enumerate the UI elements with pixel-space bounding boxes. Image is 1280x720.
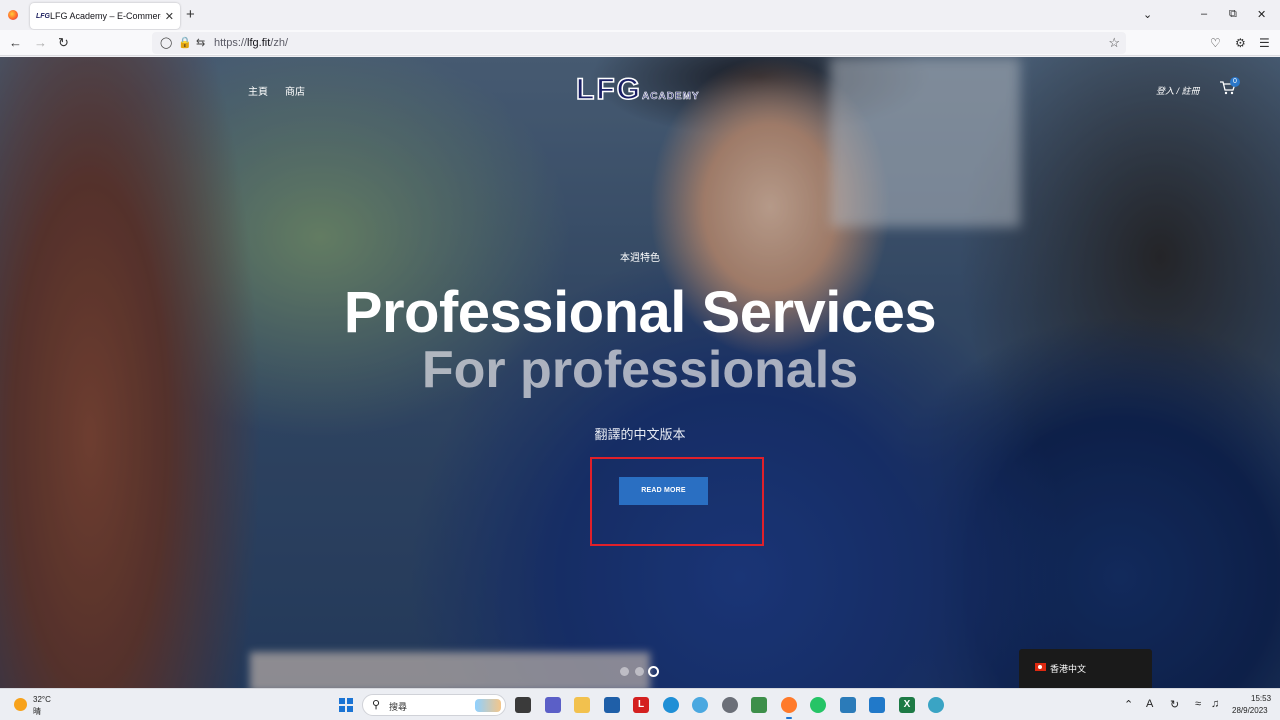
minimize-icon[interactable]: – bbox=[1201, 8, 1207, 20]
new-tab-button[interactable]: + bbox=[186, 6, 195, 23]
settings-gear-icon[interactable] bbox=[722, 697, 738, 713]
search-highlight-image bbox=[475, 699, 501, 712]
slider-dot-2[interactable] bbox=[635, 667, 644, 676]
clock-date[interactable]: 28/9/2023 bbox=[1232, 706, 1268, 715]
app-menu-icon[interactable]: ☰ bbox=[1259, 36, 1270, 50]
highlight-annotation-box bbox=[590, 457, 764, 546]
whatsapp-icon[interactable] bbox=[810, 697, 826, 713]
windows-taskbar: 32°C 晴 ⚲ 搜尋 L X ⌃ A ↻ ≈ ♫ 15:53 28/9/202… bbox=[0, 688, 1280, 720]
language-label: 香港中文 bbox=[1050, 664, 1087, 674]
site-favicon-icon: LFG bbox=[36, 12, 50, 20]
close-window-icon[interactable]: ✕ bbox=[1257, 8, 1266, 21]
weather-sun-icon[interactable] bbox=[14, 698, 27, 711]
shield-icon[interactable]: ◯ bbox=[160, 36, 172, 49]
file-explorer-icon[interactable] bbox=[574, 697, 590, 713]
cart-count-badge: 0 bbox=[1230, 77, 1240, 87]
nav-link-home[interactable]: 主頁 bbox=[248, 83, 268, 98]
permissions-icon[interactable]: ⇆ bbox=[196, 36, 205, 49]
site-logo[interactable]: LFG ACADEMY bbox=[575, 72, 716, 113]
pocket-icon[interactable]: ♡ bbox=[1210, 36, 1221, 50]
app-l-icon[interactable]: L bbox=[633, 697, 649, 713]
teams-chat-icon[interactable] bbox=[545, 697, 561, 713]
hero-eyebrow: 本週特色 bbox=[620, 253, 660, 264]
logo-sub-text: ACADEMY bbox=[642, 91, 700, 103]
app-circle-icon[interactable] bbox=[692, 697, 708, 713]
clock-time[interactable]: 15:53 bbox=[1251, 694, 1271, 703]
wifi-icon[interactable]: ≈ bbox=[1195, 698, 1201, 710]
reload-icon[interactable]: ↻ bbox=[58, 35, 69, 51]
slider-dot-3-active[interactable] bbox=[648, 666, 659, 677]
url-text[interactable]: https://lfg.fit/zh/ bbox=[214, 37, 288, 49]
hero-description: 翻譯的中文版本 bbox=[594, 427, 686, 442]
sync-icon[interactable]: ↻ bbox=[1170, 698, 1179, 711]
show-hidden-icons-icon[interactable]: ⌃ bbox=[1124, 698, 1133, 711]
firefox-active-indicator bbox=[786, 717, 792, 719]
task-view-icon[interactable] bbox=[515, 697, 531, 713]
login-register-link[interactable]: 登入 / 註冊 bbox=[1156, 84, 1200, 97]
excel-icon[interactable]: X bbox=[899, 697, 915, 713]
app-globe-icon[interactable] bbox=[928, 697, 944, 713]
search-icon: ⚲ bbox=[372, 699, 381, 711]
start-button[interactable] bbox=[339, 698, 353, 712]
vscode-icon[interactable] bbox=[869, 697, 885, 713]
nav-link-shop[interactable]: 商店 bbox=[285, 83, 305, 98]
firefox-menu-icon[interactable] bbox=[8, 10, 18, 20]
extensions-icon[interactable]: ⚙ bbox=[1235, 36, 1246, 50]
app-bracket-icon[interactable] bbox=[840, 697, 856, 713]
back-icon[interactable]: ← bbox=[9, 35, 22, 50]
web-page: 主頁 商店 LFG ACADEMY 登入 / 註冊 0 本週特色 Profess… bbox=[0, 57, 1280, 688]
app-green-icon[interactable] bbox=[751, 697, 767, 713]
store-icon[interactable] bbox=[604, 697, 620, 713]
slider-dot-1[interactable] bbox=[620, 667, 629, 676]
volume-icon[interactable]: ♫ bbox=[1211, 698, 1219, 710]
hero-headline: Professional Services bbox=[343, 280, 937, 345]
hero-subheadline: For professionals bbox=[421, 341, 859, 399]
taskbar-search[interactable]: ⚲ 搜尋 bbox=[362, 694, 506, 716]
browser-tab-active[interactable]: LFG LFG Academy – E-Commerce ✕ bbox=[30, 3, 180, 29]
hong-kong-flag-icon bbox=[1035, 663, 1046, 671]
address-bar[interactable]: ◯ 🔒 ⇆ https://lfg.fit/zh/ ☆ bbox=[152, 32, 1126, 54]
weather-condition[interactable]: 晴 bbox=[33, 706, 41, 717]
search-placeholder: 搜尋 bbox=[389, 702, 408, 712]
browser-toolbar: ← → ↻ ◯ 🔒 ⇆ https://lfg.fit/zh/ ☆ ♡ ⚙ ☰ bbox=[0, 30, 1280, 56]
language-switcher[interactable]: 香港中文 bbox=[1019, 649, 1152, 688]
restore-icon[interactable]: ⧉ bbox=[1229, 8, 1237, 21]
firefox-taskbar-icon[interactable] bbox=[781, 697, 797, 713]
list-all-tabs-icon[interactable]: ⌄ bbox=[1143, 8, 1152, 21]
tab-close-icon[interactable]: ✕ bbox=[165, 10, 174, 23]
input-method-icon[interactable]: A bbox=[1146, 698, 1153, 710]
logo-main-text: LFG bbox=[575, 72, 642, 107]
bookmark-star-icon[interactable]: ☆ bbox=[1108, 35, 1120, 51]
lock-icon[interactable]: 🔒 bbox=[178, 36, 192, 49]
tab-title: LFG Academy – E-Commerce bbox=[50, 11, 161, 21]
forward-icon[interactable]: → bbox=[34, 35, 47, 50]
weather-temperature[interactable]: 32°C bbox=[33, 695, 51, 704]
edge-icon[interactable] bbox=[663, 697, 679, 713]
browser-tab-bar: LFG LFG Academy – E-Commerce ✕ + ⌄ – ⧉ ✕ bbox=[0, 0, 1280, 30]
